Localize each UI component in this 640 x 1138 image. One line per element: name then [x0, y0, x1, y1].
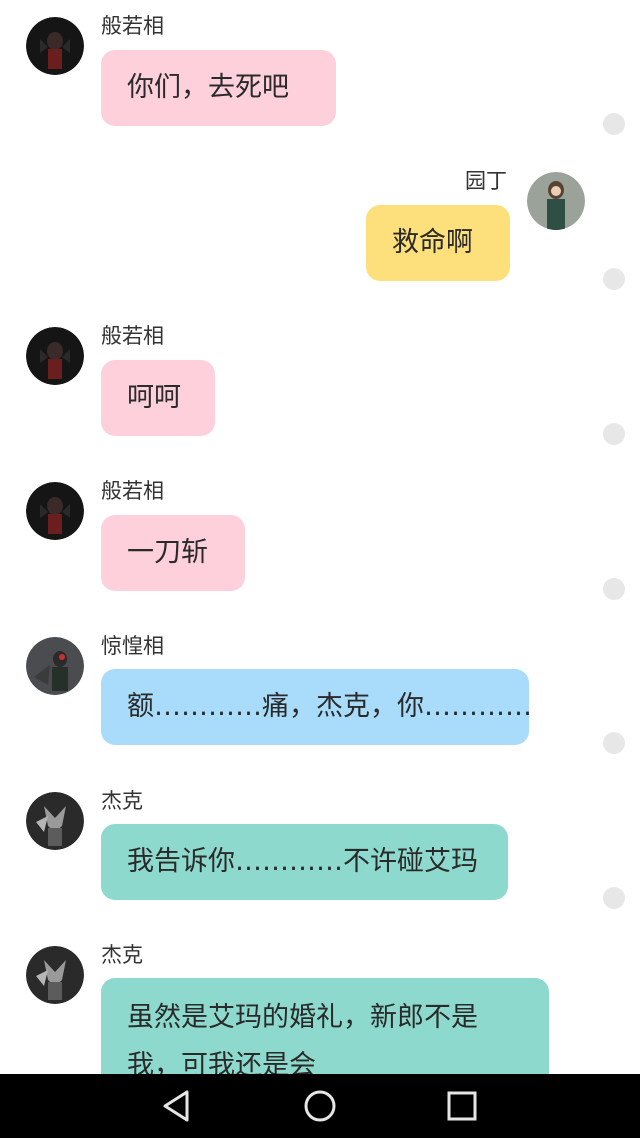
gardener-avatar-icon[interactable] [527, 172, 585, 230]
sender-name: 般若相 [101, 479, 164, 503]
message-indicator-dot [603, 423, 625, 445]
sender-name: 惊惶相 [101, 634, 164, 658]
sender-name: 般若相 [101, 324, 164, 348]
back-triangle-icon[interactable] [158, 1086, 198, 1126]
hannya-avatar-icon[interactable] [26, 482, 84, 540]
jack-avatar-icon[interactable] [26, 946, 84, 1004]
message-indicator-dot [603, 732, 625, 754]
system-navigation-bar [0, 1074, 640, 1138]
hannya-avatar-icon[interactable] [26, 17, 84, 75]
message-indicator-dot [603, 113, 625, 135]
message-indicator-dot [603, 887, 625, 909]
sender-name: 杰克 [101, 789, 143, 813]
message-bubble[interactable]: 一刀斩 [101, 515, 245, 591]
sender-name: 杰克 [101, 943, 143, 967]
recents-square-icon[interactable] [442, 1086, 482, 1126]
sender-name: 园丁 [465, 169, 507, 193]
message-indicator-dot [603, 578, 625, 600]
sender-name: 般若相 [101, 14, 164, 38]
message-indicator-dot [603, 268, 625, 290]
message-bubble[interactable]: 你们，去死吧 [101, 50, 336, 126]
home-circle-icon[interactable] [300, 1086, 340, 1126]
message-bubble[interactable]: 我告诉你…………不许碰艾玛 [101, 824, 508, 900]
message-bubble[interactable]: 额…………痛，杰克，你………… [101, 669, 532, 745]
jack-avatar-icon[interactable] [26, 792, 84, 850]
hannya-avatar-icon[interactable] [26, 327, 84, 385]
message-bubble[interactable]: 呵呵 [101, 360, 215, 436]
message-bubble[interactable]: 救命啊 [366, 205, 510, 281]
panic-avatar-icon[interactable] [26, 637, 84, 695]
